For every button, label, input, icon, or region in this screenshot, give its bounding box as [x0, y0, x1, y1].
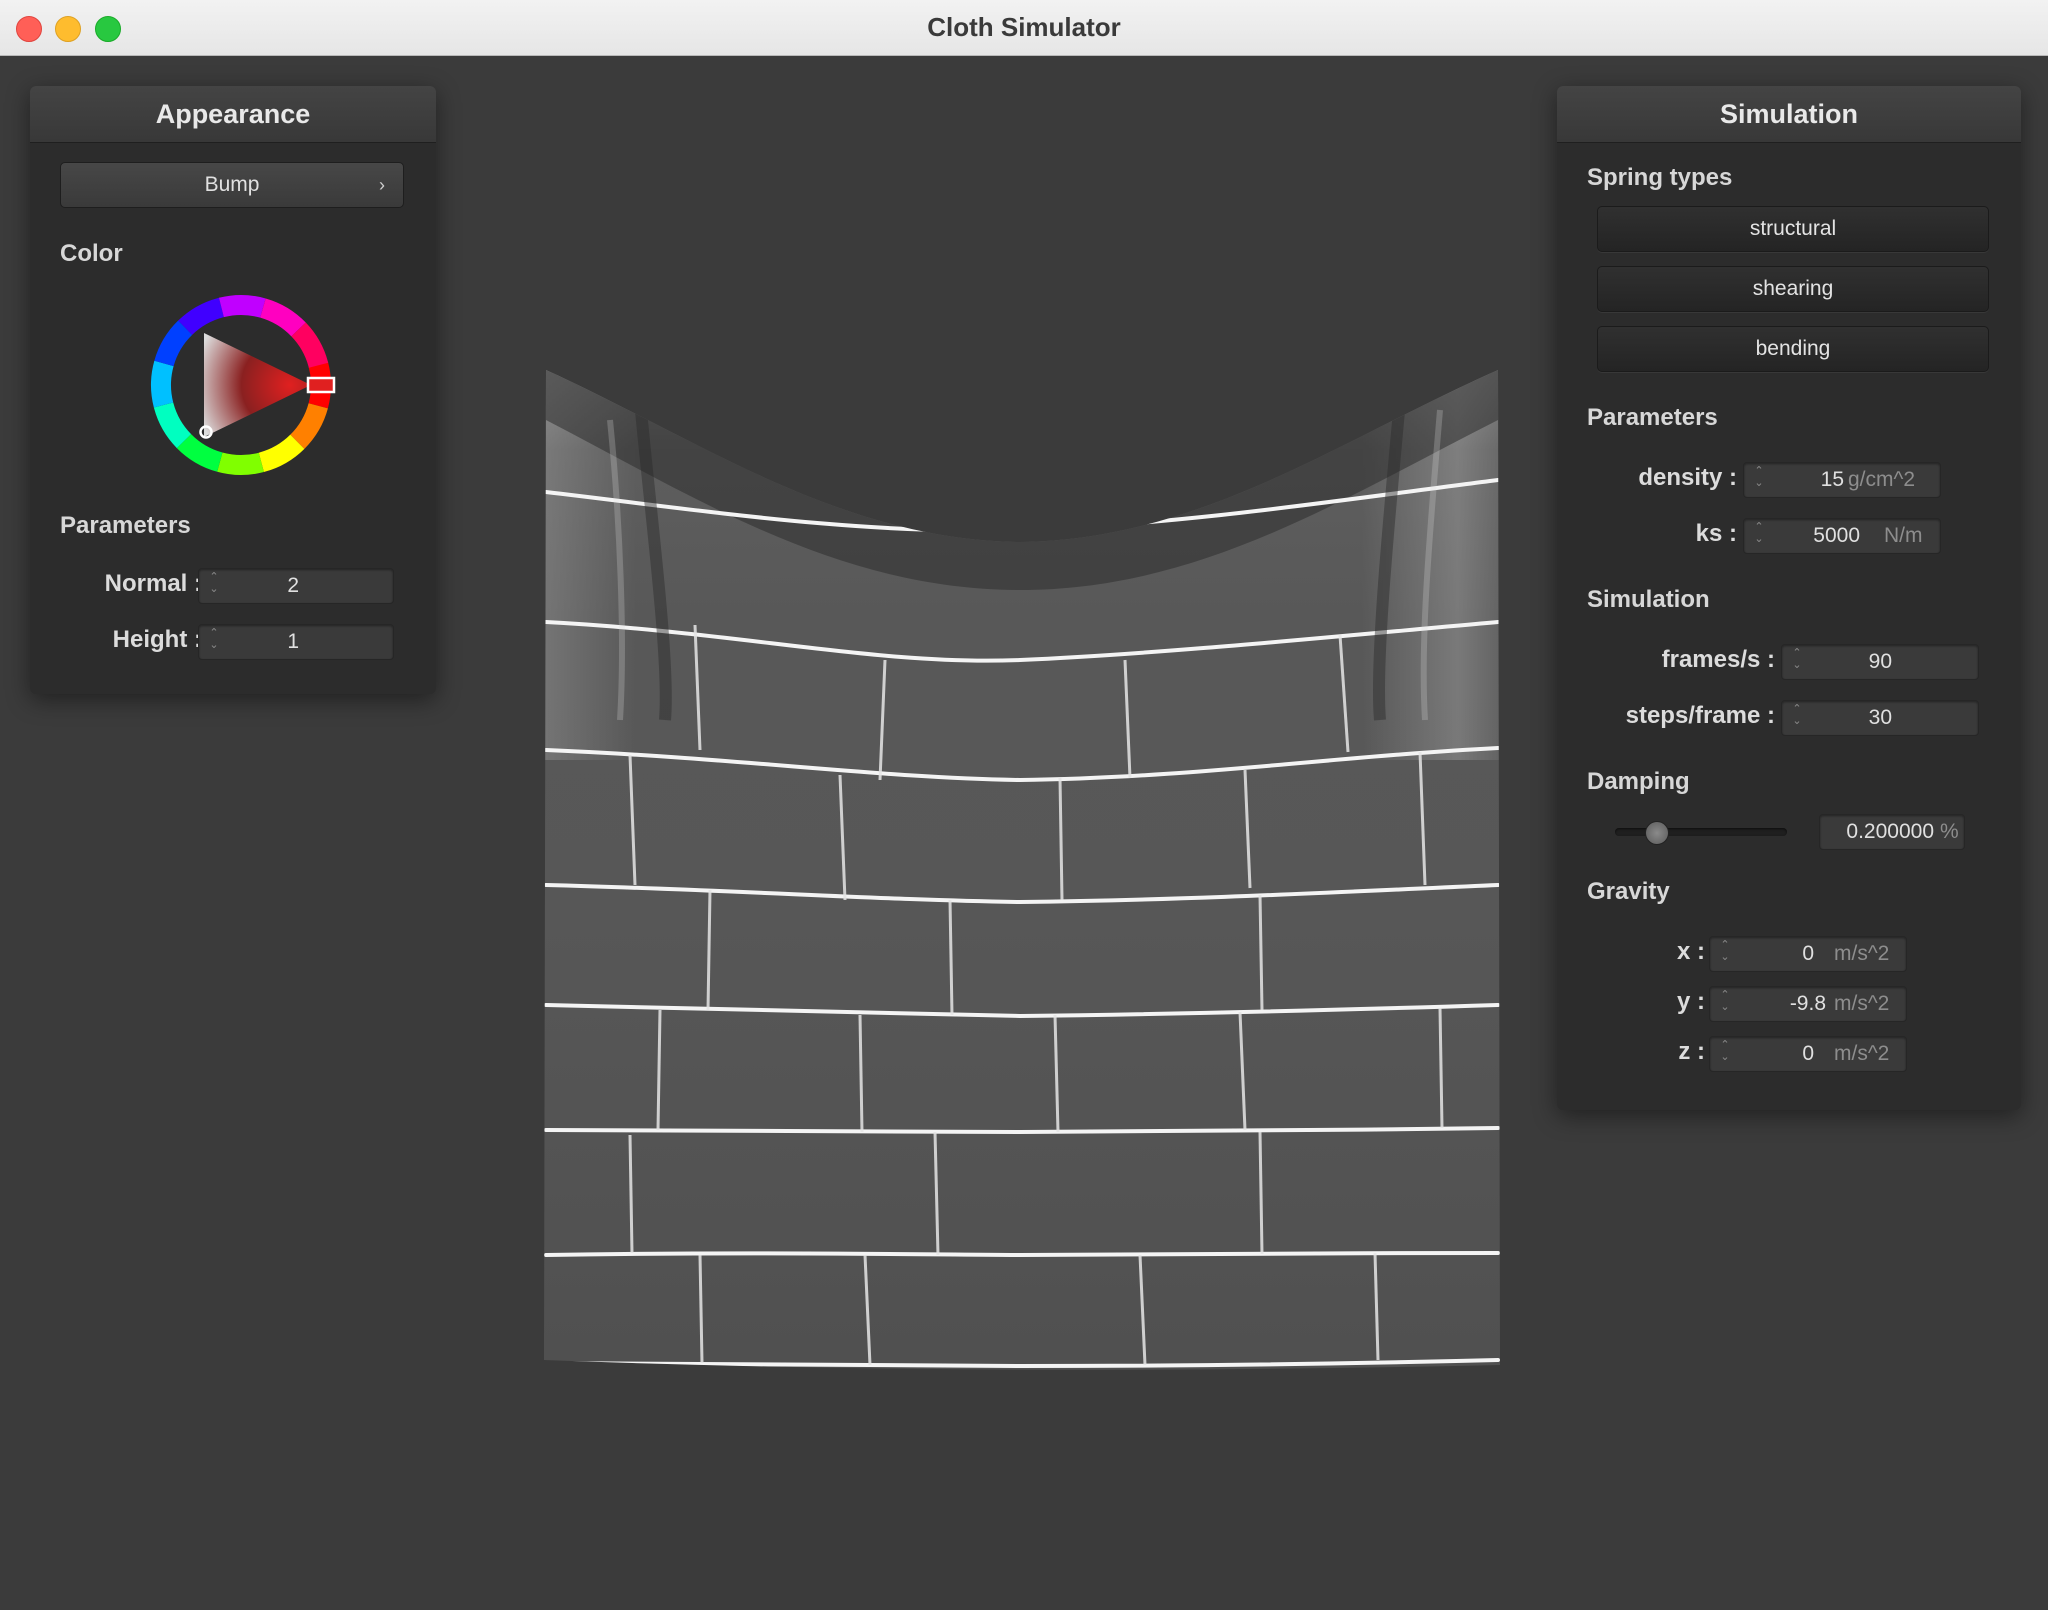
height-stepper-icon[interactable]: ⌃ ⌄	[207, 627, 221, 657]
gravity-z-label: z :	[1678, 1038, 1705, 1065]
ks-value: 5000	[1813, 524, 1860, 547]
ks-stepper-icon[interactable]: ⌃ ⌄	[1752, 521, 1766, 551]
gravity-x-unit: m/s^2	[1834, 942, 1890, 965]
damping-slider-track	[1615, 828, 1787, 836]
simulation-settings-title: Simulation	[1587, 586, 1710, 613]
gravity-x-input[interactable]: ⌃ ⌄ 0 m/s^2	[1709, 936, 1907, 972]
density-unit: g/cm^2	[1848, 468, 1916, 491]
gravity-y-stepper-icon[interactable]: ⌃ ⌄	[1718, 989, 1732, 1019]
saturation-value-triangle[interactable]	[204, 333, 311, 437]
color-section-title: Color	[60, 240, 123, 267]
density-value: 15	[1820, 468, 1844, 491]
simulation-parameters-title: Parameters	[1587, 404, 1718, 431]
simulation-panel-header[interactable]: Simulation	[1557, 86, 2021, 143]
damping-slider[interactable]	[1615, 820, 1787, 845]
normal-label: Normal :	[104, 570, 202, 597]
gravity-y-value: -9.8	[1789, 992, 1826, 1015]
gravity-z-unit: m/s^2	[1834, 1042, 1890, 1065]
gravity-z-stepper-icon[interactable]: ⌃ ⌄	[1718, 1039, 1732, 1069]
frames-per-second-value: 90	[1868, 650, 1892, 673]
bending-toggle-button[interactable]: bending	[1597, 326, 1989, 372]
height-label: Height :	[112, 626, 202, 653]
damping-unit: %	[1940, 820, 1959, 843]
density-stepper-icon[interactable]: ⌃ ⌄	[1752, 465, 1766, 495]
shearing-toggle-button[interactable]: shearing	[1597, 266, 1989, 312]
shader-select-value: Bump	[204, 173, 260, 196]
steps-per-frame-input[interactable]: ⌃ ⌄ 30	[1781, 700, 1979, 736]
density-input[interactable]: ⌃ ⌄ 15 g/cm^2	[1743, 462, 1941, 498]
gravity-x-value: 0	[1802, 942, 1814, 965]
gravity-y-input[interactable]: ⌃ ⌄ -9.8 m/s^2	[1709, 986, 1907, 1022]
hue-marker[interactable]	[306, 376, 336, 394]
color-wheel-graphic	[151, 295, 336, 475]
normal-stepper-icon[interactable]: ⌃ ⌄	[207, 571, 221, 601]
simulation-panel: Simulation Spring types structural shear…	[1557, 86, 2021, 1110]
steps-per-frame-label: steps/frame :	[1625, 702, 1775, 729]
damping-value: 0.200000	[1846, 820, 1934, 843]
shader-select[interactable]: Bump ›	[60, 162, 404, 208]
chevron-right-icon: ›	[379, 175, 385, 195]
structural-toggle-button[interactable]: structural	[1597, 206, 1989, 252]
damping-slider-knob[interactable]	[1645, 821, 1669, 845]
density-label: density :	[1638, 464, 1737, 491]
window-title: Cloth Simulator	[927, 12, 1121, 42]
normal-input[interactable]: ⌃ ⌄ 2	[198, 568, 394, 604]
gravity-x-label: x :	[1676, 938, 1705, 965]
gravity-z-input[interactable]: ⌃ ⌄ 0 m/s^2	[1709, 1036, 1907, 1072]
gravity-z-value: 0	[1802, 1042, 1814, 1065]
ks-unit: N/m	[1884, 524, 1923, 547]
ks-label: ks :	[1695, 520, 1737, 547]
gravity-x-stepper-icon[interactable]: ⌃ ⌄	[1718, 939, 1732, 969]
cloth-viewport[interactable]	[540, 360, 1506, 1375]
frames-per-second-label: frames/s :	[1661, 646, 1775, 673]
spring-types-title: Spring types	[1587, 164, 1733, 191]
appearance-panel: Appearance Bump › Color Parameters Norma…	[30, 86, 436, 694]
frames-per-second-stepper-icon[interactable]: ⌃ ⌄	[1790, 647, 1804, 677]
gravity-y-unit: m/s^2	[1834, 992, 1890, 1015]
gravity-y-label: y :	[1676, 988, 1705, 1015]
gravity-title: Gravity	[1587, 878, 1670, 905]
damping-title: Damping	[1587, 768, 1690, 795]
steps-per-frame-value: 30	[1868, 706, 1892, 729]
title-bar: Cloth Simulator	[0, 0, 2048, 56]
cloth-mesh	[544, 370, 1500, 1370]
ks-input[interactable]: ⌃ ⌄ 5000 N/m	[1743, 518, 1941, 554]
color-wheel[interactable]	[146, 290, 336, 480]
height-input[interactable]: ⌃ ⌄ 1	[198, 624, 394, 660]
height-value: 1	[287, 630, 299, 653]
steps-per-frame-stepper-icon[interactable]: ⌃ ⌄	[1790, 703, 1804, 733]
damping-input[interactable]: 0.200000 %	[1819, 814, 1965, 850]
normal-value: 2	[287, 574, 299, 597]
appearance-parameters-title: Parameters	[60, 512, 191, 539]
frames-per-second-input[interactable]: ⌃ ⌄ 90	[1781, 644, 1979, 680]
appearance-panel-header[interactable]: Appearance	[30, 86, 436, 143]
